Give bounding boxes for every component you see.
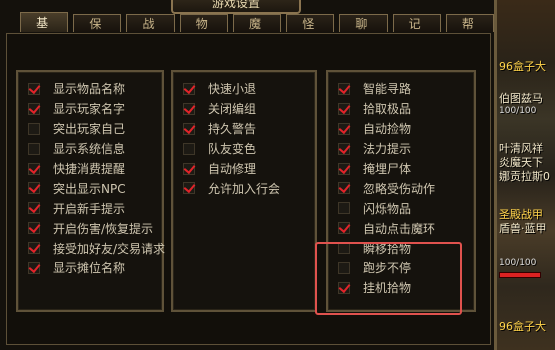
option-row[interactable]: 允许加入行会: [173, 178, 315, 198]
option-checkbox[interactable]: [28, 242, 40, 255]
option-checkbox[interactable]: [28, 122, 40, 135]
option-checkbox[interactable]: [28, 142, 40, 155]
option-row[interactable]: 显示物品名称: [18, 79, 162, 99]
tab-help[interactable]: 帮助: [445, 14, 494, 49]
option-row[interactable]: 忽略受伤动作: [328, 178, 474, 198]
option-label: 掩埋尸体: [363, 162, 412, 176]
tab-bar: 基本 保护 战斗 物品 魔法 怪物 聊天 记录 帮助: [20, 12, 494, 50]
option-label: 自动修理: [208, 162, 257, 176]
option-row[interactable]: 快捷消费提醒: [18, 159, 162, 179]
option-checkbox[interactable]: [28, 102, 40, 115]
option-checkbox[interactable]: [338, 222, 350, 235]
option-label: 自动捡物: [363, 122, 412, 137]
option-label: 开启新手提示: [53, 201, 126, 216]
option-row[interactable]: 突出显示NPC: [18, 178, 162, 198]
option-checkbox[interactable]: [183, 82, 195, 95]
option-checkbox[interactable]: [338, 142, 350, 155]
option-row[interactable]: 突出玩家自己: [18, 119, 162, 139]
options-column-general: 快速小退关闭编组持久警告队友变色自动修理允许加入行会: [171, 70, 317, 312]
tab-records[interactable]: 记录: [392, 14, 441, 49]
option-label: 显示摊位名称: [53, 261, 126, 276]
option-label: 接受加好友/交易请求: [53, 241, 166, 256]
options-column-display: 显示物品名称 显示玩家名字 突出玩家自己 显示系统信息 快捷消费提醒 突出显示NPC 开启新…: [16, 70, 166, 312]
option-row[interactable]: 显示摊位名称: [18, 258, 162, 278]
dialog-title: 游戏设置: [171, 0, 301, 14]
option-row[interactable]: 闪烁物品: [328, 198, 474, 218]
option-label: 法力提示: [363, 142, 412, 157]
option-label: 快捷消费提醒: [53, 162, 126, 176]
option-checkbox[interactable]: [28, 202, 40, 215]
option-label: 关闭编组: [208, 102, 257, 117]
option-label: 开启伤害/恢复提示: [53, 221, 154, 236]
option-row[interactable]: 自动捡物: [328, 119, 474, 139]
option-label: 显示系统信息: [53, 142, 126, 157]
option-checkbox[interactable]: [338, 182, 350, 195]
option-row[interactable]: 关闭编组: [173, 99, 315, 119]
option-row[interactable]: 显示玩家名字: [18, 99, 162, 119]
highlight-box: [315, 242, 462, 315]
option-checkbox[interactable]: [183, 162, 195, 175]
option-row[interactable]: 持久警告: [173, 119, 315, 139]
option-label: 显示物品名称: [53, 82, 126, 97]
option-label: 忽略受伤动作: [363, 181, 436, 196]
option-row[interactable]: 显示系统信息: [18, 139, 162, 159]
option-label: 自动点击魔环: [363, 221, 436, 236]
option-row[interactable]: 队友变色: [173, 139, 315, 159]
option-row[interactable]: 智能寻路: [328, 79, 474, 99]
option-checkbox[interactable]: [28, 222, 40, 235]
scene-label: 96盒子大: [499, 320, 546, 333]
tab-monsters[interactable]: 怪物: [286, 14, 335, 49]
option-label: 突出显示NPC: [53, 181, 126, 196]
tab-chat[interactable]: 聊天: [339, 14, 388, 49]
scene-label: 盾兽·蓝甲: [499, 222, 547, 235]
option-label: 队友变色: [208, 142, 257, 157]
option-checkbox[interactable]: [183, 182, 195, 195]
option-checkbox[interactable]: [28, 82, 40, 95]
option-checkbox[interactable]: [338, 162, 350, 175]
option-label: 拾取极品: [363, 102, 412, 117]
option-checkbox[interactable]: [183, 102, 195, 115]
health-bar: [499, 272, 541, 278]
settings-dialog: 游戏设置 基本 保护 战斗 物品 魔法 怪物 聊天 记录 帮助 显示物品名称显示…: [0, 0, 497, 350]
option-row[interactable]: 自动点击魔环: [328, 218, 474, 238]
option-checkbox[interactable]: [183, 122, 195, 135]
scene-label: 100/100: [499, 258, 537, 268]
option-row[interactable]: 掩埋尸体: [328, 159, 474, 179]
option-checkbox[interactable]: [28, 182, 40, 195]
option-row[interactable]: 开启新手提示: [18, 198, 162, 218]
scene-label: 伯图兹马: [499, 92, 543, 105]
option-row[interactable]: 拾取极品: [328, 99, 474, 119]
option-checkbox[interactable]: [183, 142, 195, 155]
option-label: 智能寻路: [363, 82, 412, 97]
option-label: 持久警告: [208, 122, 257, 137]
scene-label: 娜贡拉斯0: [499, 170, 550, 183]
option-row[interactable]: 接受加好友/交易请求: [18, 238, 166, 258]
tab-protection[interactable]: 保护: [73, 14, 122, 49]
option-row[interactable]: 开启伤害/恢复提示: [18, 218, 162, 238]
option-label: 突出玩家自己: [53, 122, 126, 137]
tab-items[interactable]: 物品: [179, 14, 228, 49]
tab-combat[interactable]: 战斗: [126, 14, 175, 49]
option-label: 允许加入行会: [208, 181, 281, 196]
option-checkbox[interactable]: [338, 202, 350, 215]
scene-label: 100/100: [499, 106, 537, 116]
option-checkbox[interactable]: [28, 261, 40, 274]
option-checkbox[interactable]: [338, 122, 350, 135]
option-label: 快速小退: [208, 82, 257, 97]
option-checkbox[interactable]: [28, 162, 40, 175]
option-label: 显示玩家名字: [53, 102, 126, 117]
game-scene: 96盒子大 伯图兹马 100/100 叶清风祥 炎魔天下 娜贡拉斯0 圣殿战甲 …: [497, 0, 555, 350]
option-row[interactable]: 自动修理: [173, 159, 315, 179]
scene-label: 96盒子大: [499, 60, 546, 73]
option-checkbox[interactable]: [338, 102, 350, 115]
option-row[interactable]: 快速小退: [173, 79, 315, 99]
tab-magic[interactable]: 魔法: [232, 14, 282, 49]
option-label: 闪烁物品: [363, 201, 412, 216]
option-row[interactable]: 法力提示: [328, 139, 474, 159]
tab-basic[interactable]: 基本: [20, 12, 69, 50]
option-checkbox[interactable]: [338, 82, 350, 95]
